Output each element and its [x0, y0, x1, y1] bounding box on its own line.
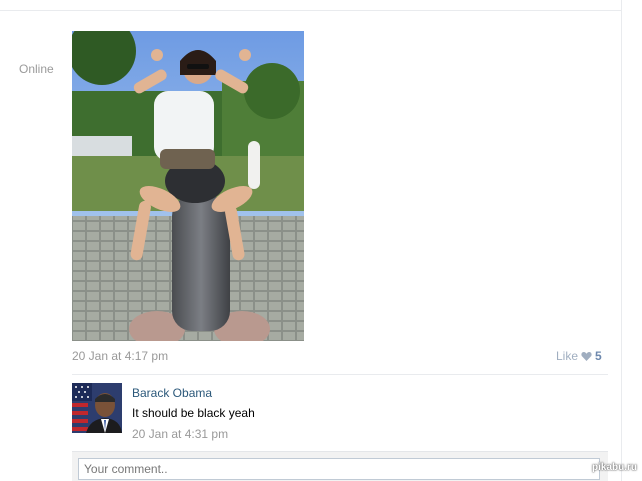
like-button[interactable]: Like 5 — [556, 349, 602, 363]
comment-author-link[interactable]: Barack Obama — [132, 386, 212, 400]
comment-text: It should be black yeah — [132, 406, 255, 420]
watermark: pikabu.ru — [592, 462, 638, 473]
like-count: 5 — [595, 349, 602, 363]
page: Online 20 Jan at 4:17 pm Like 5 Barack O… — [0, 0, 642, 481]
avatar[interactable] — [72, 383, 122, 433]
heart-icon — [581, 351, 592, 362]
comment-timestamp[interactable]: 20 Jan at 4:31 pm — [132, 427, 228, 441]
post-photo[interactable] — [72, 31, 304, 341]
post-divider — [72, 374, 608, 375]
photo-image — [72, 31, 304, 341]
post-timestamp[interactable]: 20 Jan at 4:17 pm — [72, 349, 168, 363]
top-divider — [0, 0, 622, 11]
avatar-image — [72, 383, 122, 433]
comment-input[interactable] — [78, 458, 600, 480]
right-divider — [621, 0, 622, 481]
like-label: Like — [556, 349, 579, 363]
reply-area — [72, 451, 608, 481]
online-status: Online — [19, 62, 54, 76]
